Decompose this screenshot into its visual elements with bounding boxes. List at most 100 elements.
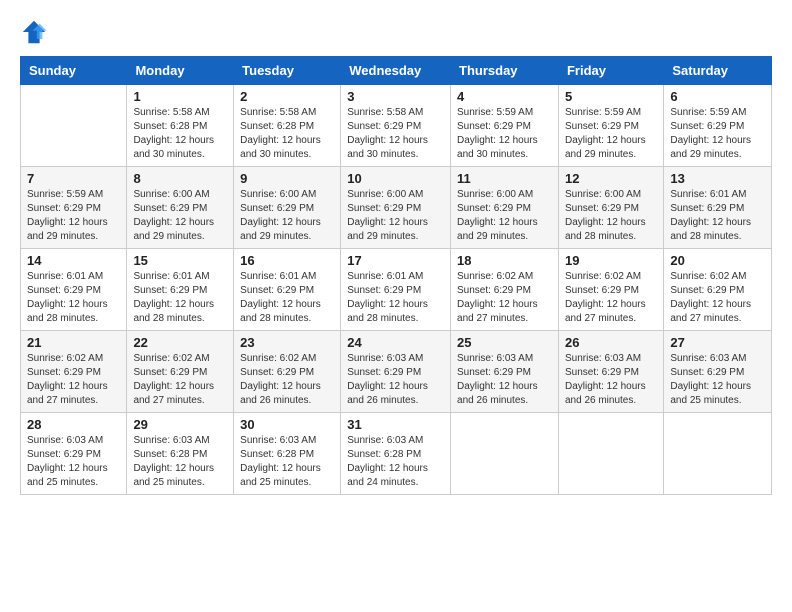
calendar-cell: 16 Sunrise: 6:01 AMSunset: 6:29 PMDayligh… [234,249,341,331]
day-info: Sunrise: 6:03 AMSunset: 6:29 PMDaylight:… [565,352,657,408]
day-info: Sunrise: 6:01 AMSunset: 6:29 PMDaylight:… [240,270,334,326]
calendar-cell: 2 Sunrise: 5:58 AMSunset: 6:28 PMDaylight… [234,85,341,167]
day-info: Sunrise: 6:00 AMSunset: 6:29 PMDaylight:… [347,188,444,244]
day-info: Sunrise: 6:00 AMSunset: 6:29 PMDaylight:… [565,188,657,244]
calendar-cell: 31 Sunrise: 6:03 AMSunset: 6:28 PMDayligh… [341,413,451,495]
day-number: 31 [347,417,444,432]
calendar-header-tuesday: Tuesday [234,57,341,85]
calendar-cell: 30 Sunrise: 6:03 AMSunset: 6:28 PMDayligh… [234,413,341,495]
calendar-cell: 26 Sunrise: 6:03 AMSunset: 6:29 PMDayligh… [558,331,663,413]
calendar-week-1: 1 Sunrise: 5:58 AMSunset: 6:28 PMDaylight… [21,85,772,167]
calendar-cell: 5 Sunrise: 5:59 AMSunset: 6:29 PMDaylight… [558,85,663,167]
calendar-cell: 8 Sunrise: 6:00 AMSunset: 6:29 PMDaylight… [127,167,234,249]
day-info: Sunrise: 6:01 AMSunset: 6:29 PMDaylight:… [670,188,765,244]
calendar-cell: 21Sunrise: 6:02 AMSunset: 6:29 PMDayligh… [21,331,127,413]
day-number: 11 [457,171,552,186]
day-info: Sunrise: 6:03 AMSunset: 6:28 PMDaylight:… [133,434,227,490]
day-number: 25 [457,335,552,350]
day-number: 24 [347,335,444,350]
calendar-cell [21,85,127,167]
day-info: Sunrise: 5:58 AMSunset: 6:28 PMDaylight:… [133,106,227,162]
calendar-cell: 27Sunrise: 6:03 AMSunset: 6:29 PMDayligh… [664,331,772,413]
day-number: 2 [240,89,334,104]
day-number: 4 [457,89,552,104]
calendar-header-thursday: Thursday [451,57,559,85]
day-number: 27 [670,335,765,350]
calendar-cell: 29 Sunrise: 6:03 AMSunset: 6:28 PMDayligh… [127,413,234,495]
day-number: 6 [670,89,765,104]
day-info: Sunrise: 6:03 AMSunset: 6:28 PMDaylight:… [240,434,334,490]
calendar-cell: 9 Sunrise: 6:00 AMSunset: 6:29 PMDaylight… [234,167,341,249]
day-info: Sunrise: 6:01 AMSunset: 6:29 PMDaylight:… [27,270,120,326]
day-info: Sunrise: 6:02 AMSunset: 6:29 PMDaylight:… [565,270,657,326]
calendar-week-5: 28 Sunrise: 6:03 AMSunset: 6:29 PMDayligh… [21,413,772,495]
calendar-week-2: 7 Sunrise: 5:59 AMSunset: 6:29 PMDaylight… [21,167,772,249]
calendar-cell [451,413,559,495]
day-info: Sunrise: 6:01 AMSunset: 6:29 PMDaylight:… [133,270,227,326]
calendar-week-3: 14 Sunrise: 6:01 AMSunset: 6:29 PMDayligh… [21,249,772,331]
day-number: 20 [670,253,765,268]
day-number: 14 [27,253,120,268]
day-info: Sunrise: 6:02 AMSunset: 6:29 PMDaylight:… [670,270,765,326]
day-info: Sunrise: 6:03 AMSunset: 6:28 PMDaylight:… [347,434,444,490]
day-number: 18 [457,253,552,268]
calendar-cell: 3 Sunrise: 5:58 AMSunset: 6:29 PMDaylight… [341,85,451,167]
day-info: Sunrise: 5:59 AMSunset: 6:29 PMDaylight:… [457,106,552,162]
day-number: 16 [240,253,334,268]
calendar-header-row: SundayMondayTuesdayWednesdayThursdayFrid… [21,57,772,85]
calendar-cell: 20 Sunrise: 6:02 AMSunset: 6:29 PMDayligh… [664,249,772,331]
calendar-cell: 1 Sunrise: 5:58 AMSunset: 6:28 PMDaylight… [127,85,234,167]
day-number: 9 [240,171,334,186]
day-number: 15 [133,253,227,268]
calendar-cell: 25 Sunrise: 6:03 AMSunset: 6:29 PMDayligh… [451,331,559,413]
calendar-cell: 10Sunrise: 6:00 AMSunset: 6:29 PMDayligh… [341,167,451,249]
day-number: 3 [347,89,444,104]
day-number: 8 [133,171,227,186]
day-info: Sunrise: 6:00 AMSunset: 6:29 PMDaylight:… [457,188,552,244]
calendar-cell: 11 Sunrise: 6:00 AMSunset: 6:29 PMDayligh… [451,167,559,249]
calendar-header-friday: Friday [558,57,663,85]
calendar-header-wednesday: Wednesday [341,57,451,85]
day-info: Sunrise: 5:59 AMSunset: 6:29 PMDaylight:… [670,106,765,162]
day-number: 12 [565,171,657,186]
day-info: Sunrise: 6:00 AMSunset: 6:29 PMDaylight:… [240,188,334,244]
calendar-cell [558,413,663,495]
day-number: 1 [133,89,227,104]
calendar-cell: 12 Sunrise: 6:00 AMSunset: 6:29 PMDayligh… [558,167,663,249]
day-info: Sunrise: 5:58 AMSunset: 6:29 PMDaylight:… [347,106,444,162]
day-number: 30 [240,417,334,432]
calendar-cell [664,413,772,495]
logo-icon [20,18,48,46]
day-number: 28 [27,417,120,432]
calendar-header-sunday: Sunday [21,57,127,85]
day-info: Sunrise: 6:02 AMSunset: 6:29 PMDaylight:… [27,352,120,408]
day-number: 7 [27,171,120,186]
day-number: 22 [133,335,227,350]
page: SundayMondayTuesdayWednesdayThursdayFrid… [0,0,792,612]
calendar-cell: 24Sunrise: 6:03 AMSunset: 6:29 PMDayligh… [341,331,451,413]
day-info: Sunrise: 5:59 AMSunset: 6:29 PMDaylight:… [27,188,120,244]
day-info: Sunrise: 5:58 AMSunset: 6:28 PMDaylight:… [240,106,334,162]
day-number: 29 [133,417,227,432]
logo [20,18,52,46]
calendar-header-saturday: Saturday [664,57,772,85]
day-number: 5 [565,89,657,104]
day-info: Sunrise: 5:59 AMSunset: 6:29 PMDaylight:… [565,106,657,162]
calendar-cell: 19 Sunrise: 6:02 AMSunset: 6:29 PMDayligh… [558,249,663,331]
day-info: Sunrise: 6:03 AMSunset: 6:29 PMDaylight:… [27,434,120,490]
day-number: 26 [565,335,657,350]
day-number: 17 [347,253,444,268]
calendar-cell: 23Sunrise: 6:02 AMSunset: 6:29 PMDayligh… [234,331,341,413]
day-info: Sunrise: 6:02 AMSunset: 6:29 PMDaylight:… [133,352,227,408]
day-info: Sunrise: 6:03 AMSunset: 6:29 PMDaylight:… [457,352,552,408]
day-number: 19 [565,253,657,268]
day-info: Sunrise: 6:00 AMSunset: 6:29 PMDaylight:… [133,188,227,244]
calendar-cell: 15 Sunrise: 6:01 AMSunset: 6:29 PMDayligh… [127,249,234,331]
calendar-cell: 18Sunrise: 6:02 AMSunset: 6:29 PMDayligh… [451,249,559,331]
calendar-cell: 28 Sunrise: 6:03 AMSunset: 6:29 PMDayligh… [21,413,127,495]
day-info: Sunrise: 6:01 AMSunset: 6:29 PMDaylight:… [347,270,444,326]
calendar-table: SundayMondayTuesdayWednesdayThursdayFrid… [20,56,772,495]
day-number: 23 [240,335,334,350]
calendar-cell: 7 Sunrise: 5:59 AMSunset: 6:29 PMDaylight… [21,167,127,249]
calendar-cell: 14 Sunrise: 6:01 AMSunset: 6:29 PMDayligh… [21,249,127,331]
